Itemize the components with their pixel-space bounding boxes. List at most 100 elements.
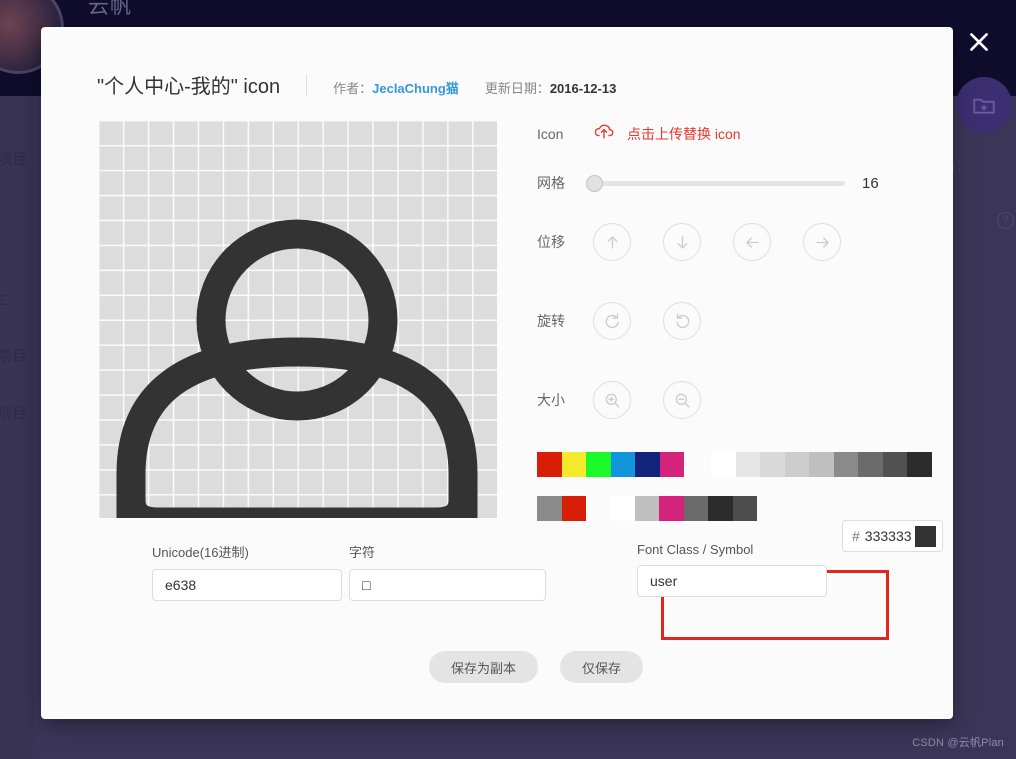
move-down-button[interactable] [663, 223, 701, 261]
rotate-clockwise-button[interactable] [593, 302, 631, 340]
color-swatch[interactable] [732, 496, 757, 521]
upload-replace-label: 点击上传替换 icon [627, 125, 741, 142]
background-sidebar-item-3: 的项目 [0, 402, 27, 423]
header-divider [306, 73, 308, 96]
color-swatch[interactable] [586, 452, 611, 477]
grid-slider-track[interactable] [586, 174, 845, 192]
color-swatch[interactable] [858, 452, 883, 477]
grid-slider-value: 16 [862, 174, 879, 192]
background-brand: 云帆 [88, 0, 132, 18]
background-sidebar-item-1: WE... [0, 292, 19, 309]
icon-row-label: Icon [537, 125, 564, 142]
icon-upload-row: Icon 点击上传替换 icon [537, 123, 741, 144]
color-swatch[interactable] [635, 452, 660, 477]
background-sidebar [0, 96, 34, 759]
hex-color-chip [915, 525, 936, 547]
user-avatar-icon [116, 219, 478, 518]
icon-preview-canvas[interactable] [98, 120, 497, 518]
zoom-out-icon [675, 393, 690, 408]
color-swatch[interactable] [610, 452, 635, 477]
size-row: 大小 [537, 381, 733, 419]
rotate-counterclockwise-button[interactable] [663, 302, 701, 340]
background-sidebar-label: WE... [0, 292, 19, 309]
zoom-in-button[interactable] [593, 381, 631, 419]
size-row-label: 大小 [537, 392, 565, 408]
color-swatch[interactable] [760, 452, 785, 477]
unicode-field: Unicode(16进制) e638 [152, 542, 342, 601]
zoom-in-icon [605, 393, 620, 408]
dialog-actions: 保存为副本 仅保存 [429, 651, 644, 683]
unicode-field-label: Unicode(16进制) [152, 545, 249, 560]
fontclass-field-label: Font Class / Symbol [637, 542, 754, 557]
close-icon[interactable] [963, 26, 995, 58]
palette-row2-a[interactable] [537, 496, 586, 521]
dialog-header: "个人中心-我的" icon 作者：JeclaChung猫 更新日期：2016-… [97, 70, 642, 99]
color-swatch[interactable] [561, 496, 586, 521]
color-swatch[interactable] [537, 496, 562, 521]
move-row-label: 位移 [537, 234, 565, 250]
rotate-ccw-icon [675, 313, 689, 328]
color-swatch[interactable] [659, 496, 684, 521]
background-sidebar-label: 的项目 [0, 151, 28, 168]
color-swatch[interactable] [683, 496, 708, 521]
color-swatch[interactable] [809, 452, 834, 477]
date-label: 更新日期： [484, 81, 550, 96]
move-row: 位移 [537, 223, 873, 261]
unicode-input[interactable]: e638 [152, 569, 342, 601]
color-swatch[interactable] [784, 452, 809, 477]
color-swatch[interactable] [708, 496, 733, 521]
rotate-cw-icon [605, 313, 619, 328]
grid-row-label: 网格 [537, 175, 565, 191]
move-up-button[interactable] [593, 223, 631, 261]
palette-row2-b[interactable] [610, 496, 757, 521]
icon-edit-dialog: "个人中心-我的" icon 作者：JeclaChung猫 更新日期：2016-… [41, 27, 953, 719]
question-mark-icon[interactable]: ? [997, 212, 1014, 229]
color-swatch[interactable] [735, 452, 760, 477]
palette-row1-grays[interactable] [711, 452, 932, 477]
color-swatch[interactable] [634, 496, 659, 521]
rotate-row-label: 旋转 [537, 313, 565, 329]
hex-color-input[interactable]: # 333333 [842, 520, 943, 552]
color-swatch[interactable] [659, 452, 684, 477]
author-meta: 作者：JeclaChung猫 [333, 78, 459, 97]
save-only-button[interactable]: 仅保存 [560, 651, 644, 683]
arrow-left-icon [745, 236, 759, 248]
arrow-up-icon [606, 235, 618, 249]
background-sidebar-label: 的项目 [0, 348, 28, 365]
upload-replace-button[interactable]: 点击上传替换 icon [593, 123, 741, 144]
zoom-out-button[interactable] [663, 381, 701, 419]
move-right-button[interactable] [803, 223, 841, 261]
color-swatch[interactable] [833, 452, 858, 477]
char-field: 字符 □ [349, 542, 546, 601]
author-link[interactable]: JeclaChung猫 [372, 81, 459, 96]
folder-add-icon[interactable] [956, 77, 1012, 133]
color-swatch[interactable] [907, 452, 932, 477]
background-sidebar-label: 的项目 [0, 405, 28, 422]
hex-hash-symbol: # [852, 528, 860, 544]
move-left-button[interactable] [733, 223, 771, 261]
char-input[interactable]: □ [349, 569, 546, 601]
palette-row1-colors[interactable] [537, 452, 684, 477]
fontclass-field: Font Class / Symbol user [637, 542, 827, 597]
page-title: "个人中心-我的" icon [97, 76, 281, 98]
cloud-upload-icon [593, 123, 615, 144]
date-value: 2016-12-13 [549, 81, 617, 96]
rotate-row: 旋转 [537, 302, 733, 340]
grid-slider-row: 网格 16 [537, 173, 879, 193]
color-swatch[interactable] [711, 452, 736, 477]
background-sidebar-item-0: 的项目 [0, 148, 27, 169]
color-swatch[interactable] [561, 452, 586, 477]
color-swatch[interactable] [610, 496, 635, 521]
grid-slider-handle[interactable] [586, 174, 603, 192]
background-sidebar-item-2: 的项目 [0, 345, 27, 366]
color-swatch[interactable] [882, 452, 907, 477]
char-field-label: 字符 [349, 545, 376, 560]
arrow-right-icon [815, 236, 829, 248]
save-as-copy-button[interactable]: 保存为副本 [429, 651, 539, 683]
fontclass-input[interactable]: user [637, 565, 827, 597]
arrow-down-icon [676, 235, 688, 249]
hex-value: 333333 [864, 528, 912, 544]
author-label: 作者： [333, 81, 373, 96]
color-swatch[interactable] [537, 452, 562, 477]
update-date-meta: 更新日期：2016-12-13 [485, 78, 617, 97]
